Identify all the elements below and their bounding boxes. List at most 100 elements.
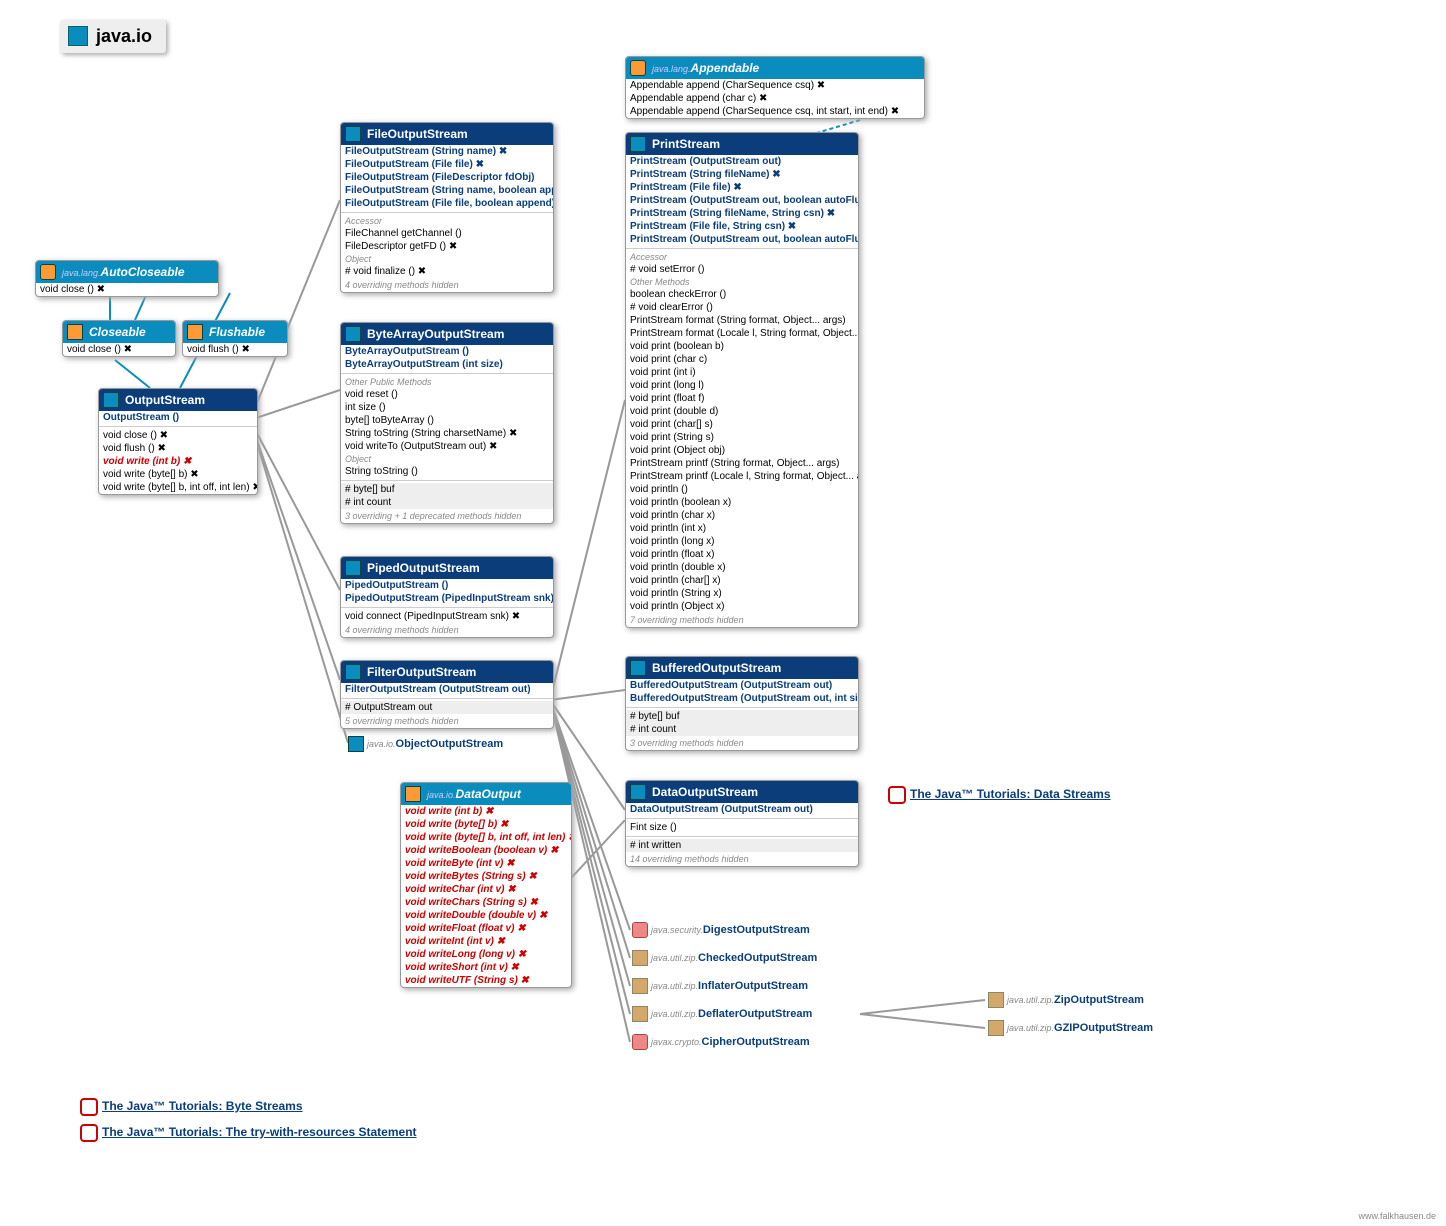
footer-note: 3 overriding + 1 deprecated methods hidd… [341,509,553,523]
field-row: # OutputStream out [341,701,553,714]
method-row: void println (String x) [626,587,858,600]
method-row: void println (char[] x) [626,574,858,587]
method-row: void println (float x) [626,548,858,561]
class-dataoutputstream: DataOutputStream DataOutputStream (Outpu… [625,780,859,867]
method-row: void writeInt (int v) ✖ [401,935,571,948]
method-row: void write (int b) ✖ [99,455,257,468]
method-row: void println (char x) [626,509,858,522]
footer-note: 14 overriding methods hidden [626,852,858,866]
method-row: int size () [341,401,553,414]
constructor-row: PipedOutputStream (PipedInputStream snk)… [341,592,553,605]
method-row: void close () ✖ [36,283,218,296]
field-row: # byte[] buf [626,710,858,723]
method-row: void writeTo (OutputStream out) ✖ [341,440,553,453]
method-row: void println (boolean x) [626,496,858,509]
constructor-row: PrintStream (File file, String csn) ✖ [626,220,858,233]
constructor-row: DataOutputStream (OutputStream out) [626,803,858,816]
section-label: Object [341,453,553,465]
disk-icon [187,324,203,340]
constructor-row: BufferedOutputStream (OutputStream out, … [626,692,858,705]
method-row: void println (double x) [626,561,858,574]
disk-icon [67,324,83,340]
field-row: # int count [341,496,553,509]
ref-gzip[interactable]: java.util.zip.GZIPOutputStream [988,1020,1153,1036]
method-row: PrintStream format (Locale l, String for… [626,327,858,340]
constructor-row: PrintStream (String fileName) ✖ [626,168,858,181]
section-label: Other Public Methods [341,376,553,388]
disk-icon [68,26,88,46]
constructor-row: PrintStream (String fileName, String csn… [626,207,858,220]
ref-digest[interactable]: java.security.DigestOutputStream [632,922,810,938]
method-row: void print (char c) [626,353,858,366]
method-row: void print (Object obj) [626,444,858,457]
ref-checked[interactable]: java.util.zip.CheckedOutputStream [632,950,817,966]
method-row: void close () ✖ [99,429,257,442]
lock-icon [632,1034,648,1050]
class-bufferedoutputstream: BufferedOutputStream BufferedOutputStrea… [625,656,859,751]
class-header: BufferedOutputStream [626,657,858,679]
method-row: void write (byte[] b, int off, int len) … [401,831,571,844]
disk-icon [630,660,646,676]
method-row: void println (int x) [626,522,858,535]
class-filteroutputstream: FilterOutputStream FilterOutputStream (O… [340,660,554,729]
package-icon [632,1006,648,1022]
method-row: # void setError () [626,263,858,276]
section-label: Object [341,253,553,265]
package-icon [632,978,648,994]
link-tutorial-datastreams[interactable]: The Java™ Tutorials: Data Streams [888,786,1111,804]
class-header: DataOutputStream [626,781,858,803]
class-header: Closeable [63,321,175,343]
class-outputstream: OutputStream OutputStream () void close … [98,388,258,495]
oracle-icon [80,1098,98,1116]
constructor-row: FileOutputStream (String name, boolean a… [341,184,553,197]
class-header: PrintStream [626,133,858,155]
field-row: # int written [626,839,858,852]
method-row: Fint size () [626,821,858,834]
disk-icon [345,126,361,142]
method-row: Appendable append (CharSequence csq) ✖ [626,79,924,92]
method-row: void println (long x) [626,535,858,548]
ref-objectoutputstream[interactable]: java.io.ObjectOutputStream [348,736,503,752]
method-row: void writeFloat (float v) ✖ [401,922,571,935]
link-tutorial-bytestreams[interactable]: The Java™ Tutorials: Byte Streams [80,1098,303,1116]
method-row: void writeUTF (String s) ✖ [401,974,571,987]
method-row: void print (int i) [626,366,858,379]
method-row: void writeBytes (String s) ✖ [401,870,571,883]
ref-deflater[interactable]: java.util.zip.DeflaterOutputStream [632,1006,812,1022]
method-row: void writeDouble (double v) ✖ [401,909,571,922]
class-bytearrayoutputstream: ByteArrayOutputStream ByteArrayOutputStr… [340,322,554,524]
method-row: FileChannel getChannel () [341,227,553,240]
method-row: # void clearError () [626,301,858,314]
method-row: void writeLong (long v) ✖ [401,948,571,961]
constructor-row: FilterOutputStream (OutputStream out) [341,683,553,696]
constructor-row: FileOutputStream (File file, boolean app… [341,197,553,210]
ref-inflater[interactable]: java.util.zip.InflaterOutputStream [632,978,808,994]
class-header: java.lang.AutoCloseable [36,261,218,283]
method-row: void writeChars (String s) ✖ [401,896,571,909]
interface-icon [40,264,56,280]
method-row: void println (Object x) [626,600,858,613]
ref-cipher[interactable]: javax.crypto.CipherOutputStream [632,1034,810,1050]
package-title-text: java.io [96,26,152,46]
field-row: # int count [626,723,858,736]
interface-icon [630,60,646,76]
method-row: byte[] toByteArray () [341,414,553,427]
class-autocloseable: java.lang.AutoCloseable void close () ✖ [35,260,219,297]
package-icon [988,1020,1004,1036]
ref-zip[interactable]: java.util.zip.ZipOutputStream [988,992,1144,1008]
constructor-row: PipedOutputStream () [341,579,553,592]
constructor-row: ByteArrayOutputStream () [341,345,553,358]
disk-icon [348,736,364,752]
footer-note: 5 overriding methods hidden [341,714,553,728]
disk-icon [405,786,421,802]
class-header: ByteArrayOutputStream [341,323,553,345]
disk-icon [103,392,119,408]
constructor-row: FileOutputStream (String name) ✖ [341,145,553,158]
footer-note: 7 overriding methods hidden [626,613,858,627]
method-row: void writeBoolean (boolean v) ✖ [401,844,571,857]
link-tutorial-trywith[interactable]: The Java™ Tutorials: The try-with-resour… [80,1124,417,1142]
class-closeable: Closeable void close () ✖ [62,320,176,357]
credit-text: www.falkhausen.de [1358,1211,1436,1221]
class-flushable: Flushable void flush () ✖ [182,320,288,357]
method-row: void print (boolean b) [626,340,858,353]
